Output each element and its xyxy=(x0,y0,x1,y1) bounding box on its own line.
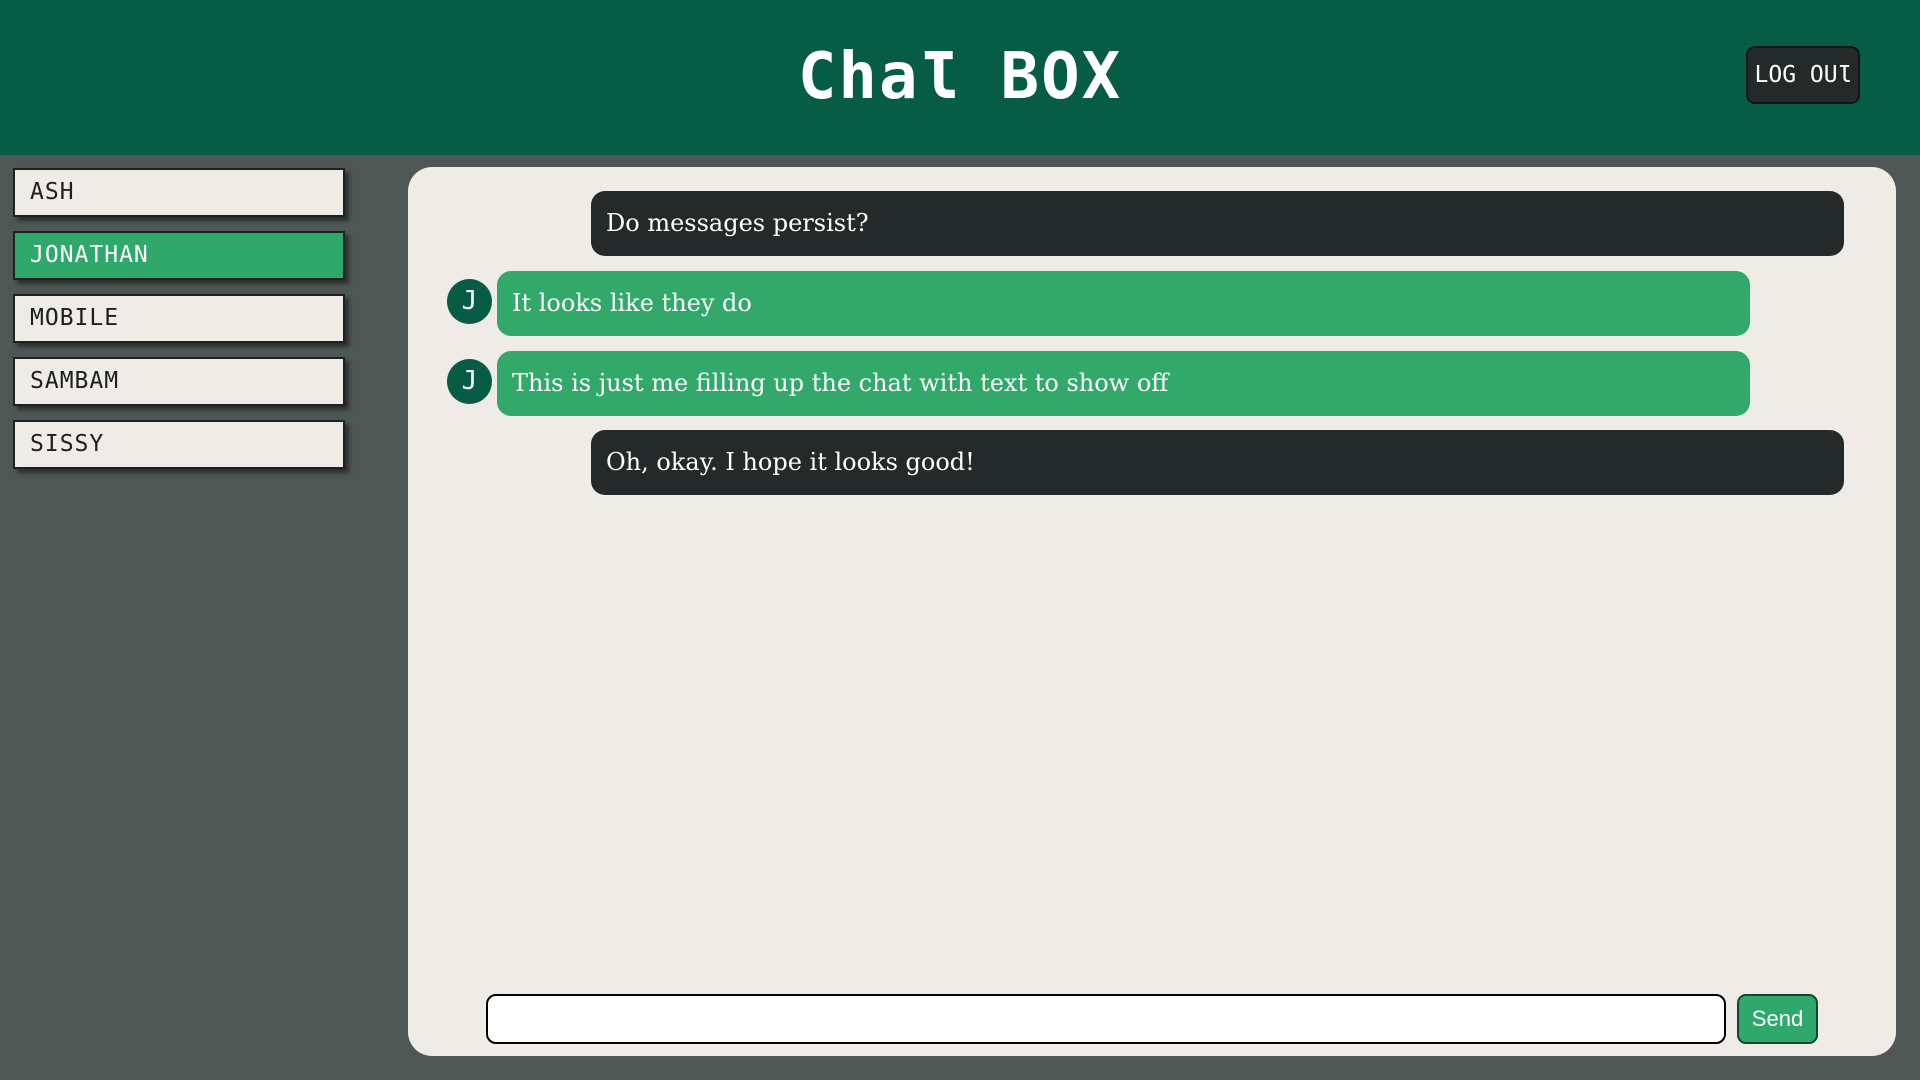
message-bubble-other: It looks like they do xyxy=(497,271,1750,336)
app-title: ChaƖ BOX xyxy=(797,40,1123,114)
send-button[interactable]: Send xyxy=(1737,994,1818,1044)
contact-label: SAMBAM xyxy=(30,368,120,394)
avatar: J xyxy=(447,279,492,324)
contact-label: JONATHAN xyxy=(30,242,149,268)
message-bubble-self: Do messages persist? xyxy=(591,191,1844,256)
contact-sidebar: ASH JONATHAN MOBILE SAMBAM SISSY xyxy=(13,168,345,483)
chat-panel: Do messages persist? J It looks like the… xyxy=(408,167,1896,1056)
app-header: ChaƖ BOX LOG OUƖ xyxy=(0,0,1920,155)
message-input[interactable] xyxy=(486,994,1726,1044)
message-bubble-other: This is just me filling up the chat with… xyxy=(497,351,1750,416)
contact-item-mobile[interactable]: MOBILE xyxy=(13,294,345,343)
contact-label: SISSY xyxy=(30,431,105,457)
contact-label: MOBILE xyxy=(30,305,120,331)
logout-button[interactable]: LOG OUƖ xyxy=(1746,46,1860,104)
message-bubble-self: Oh, okay. I hope it looks good! xyxy=(591,430,1844,495)
contact-item-jonathan[interactable]: JONATHAN xyxy=(13,231,345,280)
avatar: J xyxy=(447,359,492,404)
contact-item-sambam[interactable]: SAMBAM xyxy=(13,357,345,406)
contact-item-ash[interactable]: ASH xyxy=(13,168,345,217)
contact-item-sissy[interactable]: SISSY xyxy=(13,420,345,469)
contact-label: ASH xyxy=(30,179,75,205)
